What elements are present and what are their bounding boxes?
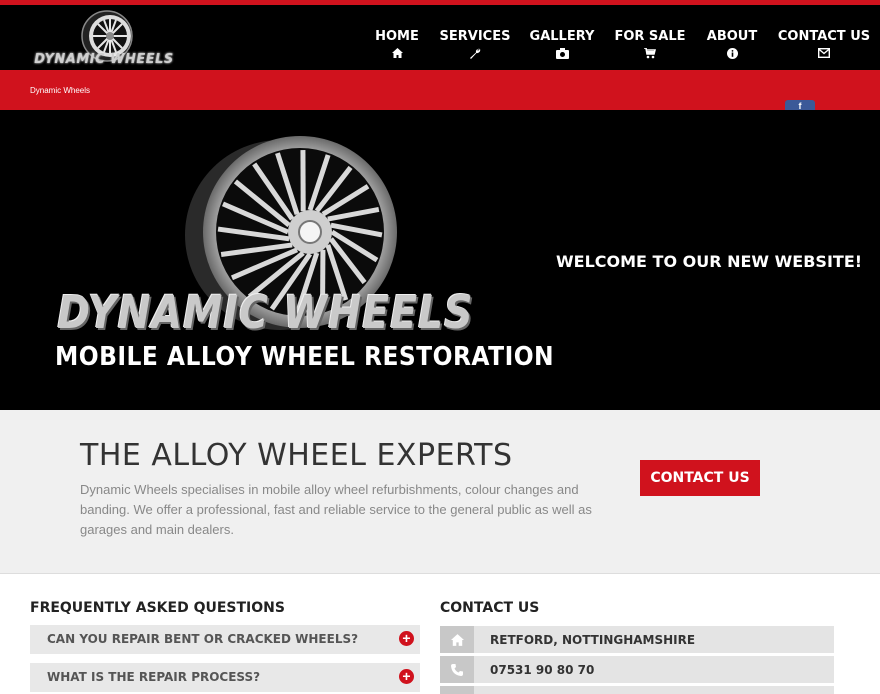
facebook-icon[interactable]: f	[785, 100, 815, 111]
nav-for-sale-label: FOR SALE	[614, 29, 686, 44]
nav-home-label: HOME	[375, 29, 419, 44]
nav-contact-label: CONTACT US	[777, 29, 871, 44]
welcome-heading: WELCOME TO OUR NEW WEBSITE!	[556, 252, 863, 271]
nav-services[interactable]: SERVICES	[430, 29, 520, 63]
lower-section: FREQUENTLY ASKED QUESTIONS CAN YOU REPAI…	[0, 574, 880, 694]
contact-address-row: RETFORD, NOTTINGHAMSHIRE	[440, 626, 834, 653]
nav-about[interactable]: ABOUT	[696, 29, 768, 63]
nav-about-label: ABOUT	[706, 29, 758, 44]
contact-row-partial	[440, 686, 834, 694]
main-nav: HOME SERVICES GALLERY FOR SALE ABOUT CON…	[364, 29, 880, 63]
contact-address: RETFORD, NOTTINGHAMSHIRE	[490, 633, 696, 647]
nav-for-sale[interactable]: FOR SALE	[604, 29, 696, 63]
faq-item[interactable]: WHAT IS THE REPAIR PROCESS? +	[30, 663, 420, 692]
breadcrumb[interactable]: Dynamic Wheels	[30, 86, 90, 95]
nav-contact-us[interactable]: CONTACT US	[768, 29, 880, 63]
site-header: DYNAMIC WHEELS HOME SERVICES GALLERY FOR…	[0, 5, 880, 70]
hero-brand-subtitle: MOBILE ALLOY WHEEL RESTORATION	[55, 342, 555, 372]
nav-services-label: SERVICES	[439, 29, 511, 44]
camera-icon	[520, 48, 604, 63]
faq-item[interactable]: CAN YOU REPAIR BENT OR CRACKED WHEELS? +	[30, 625, 420, 654]
intro-text: Dynamic Wheels specialises in mobile all…	[80, 482, 592, 537]
wrench-icon	[430, 48, 520, 63]
intro-title: THE ALLOY WHEEL EXPERTS	[80, 438, 513, 473]
contact-us-button[interactable]: CONTACT US	[640, 460, 760, 496]
home-icon	[364, 48, 430, 62]
intro-section: THE ALLOY WHEEL EXPERTS Dynamic Wheels s…	[0, 410, 880, 574]
breadcrumb-bar: Dynamic Wheels f	[0, 70, 880, 111]
contact-title: CONTACT US	[440, 600, 540, 616]
faq-title: FREQUENTLY ASKED QUESTIONS	[30, 600, 285, 616]
faq-question: WHAT IS THE REPAIR PROCESS?	[47, 670, 261, 684]
phone-icon	[440, 656, 474, 683]
hero-banner: DYNAMIC WHEELS MOBILE ALLOY WHEEL RESTOR…	[0, 110, 880, 410]
contact-row-icon	[440, 686, 474, 694]
nav-home[interactable]: HOME	[364, 29, 430, 63]
plus-circle-icon[interactable]: +	[399, 669, 414, 684]
home-icon	[440, 626, 474, 653]
logo-text: DYNAMIC WHEELS	[34, 52, 174, 67]
contact-phone[interactable]: 07531 90 80 70	[490, 663, 594, 677]
hero-brand-title: DYNAMIC WHEELS	[57, 286, 474, 339]
site-logo[interactable]: DYNAMIC WHEELS	[28, 8, 180, 70]
plus-circle-icon[interactable]: +	[399, 631, 414, 646]
cart-icon	[604, 48, 696, 63]
info-icon	[696, 48, 768, 63]
nav-gallery[interactable]: GALLERY	[520, 29, 604, 63]
envelope-icon	[768, 48, 880, 62]
nav-gallery-label: GALLERY	[529, 29, 595, 44]
contact-phone-row: 07531 90 80 70	[440, 656, 834, 683]
faq-question: CAN YOU REPAIR BENT OR CRACKED WHEELS?	[47, 632, 359, 646]
